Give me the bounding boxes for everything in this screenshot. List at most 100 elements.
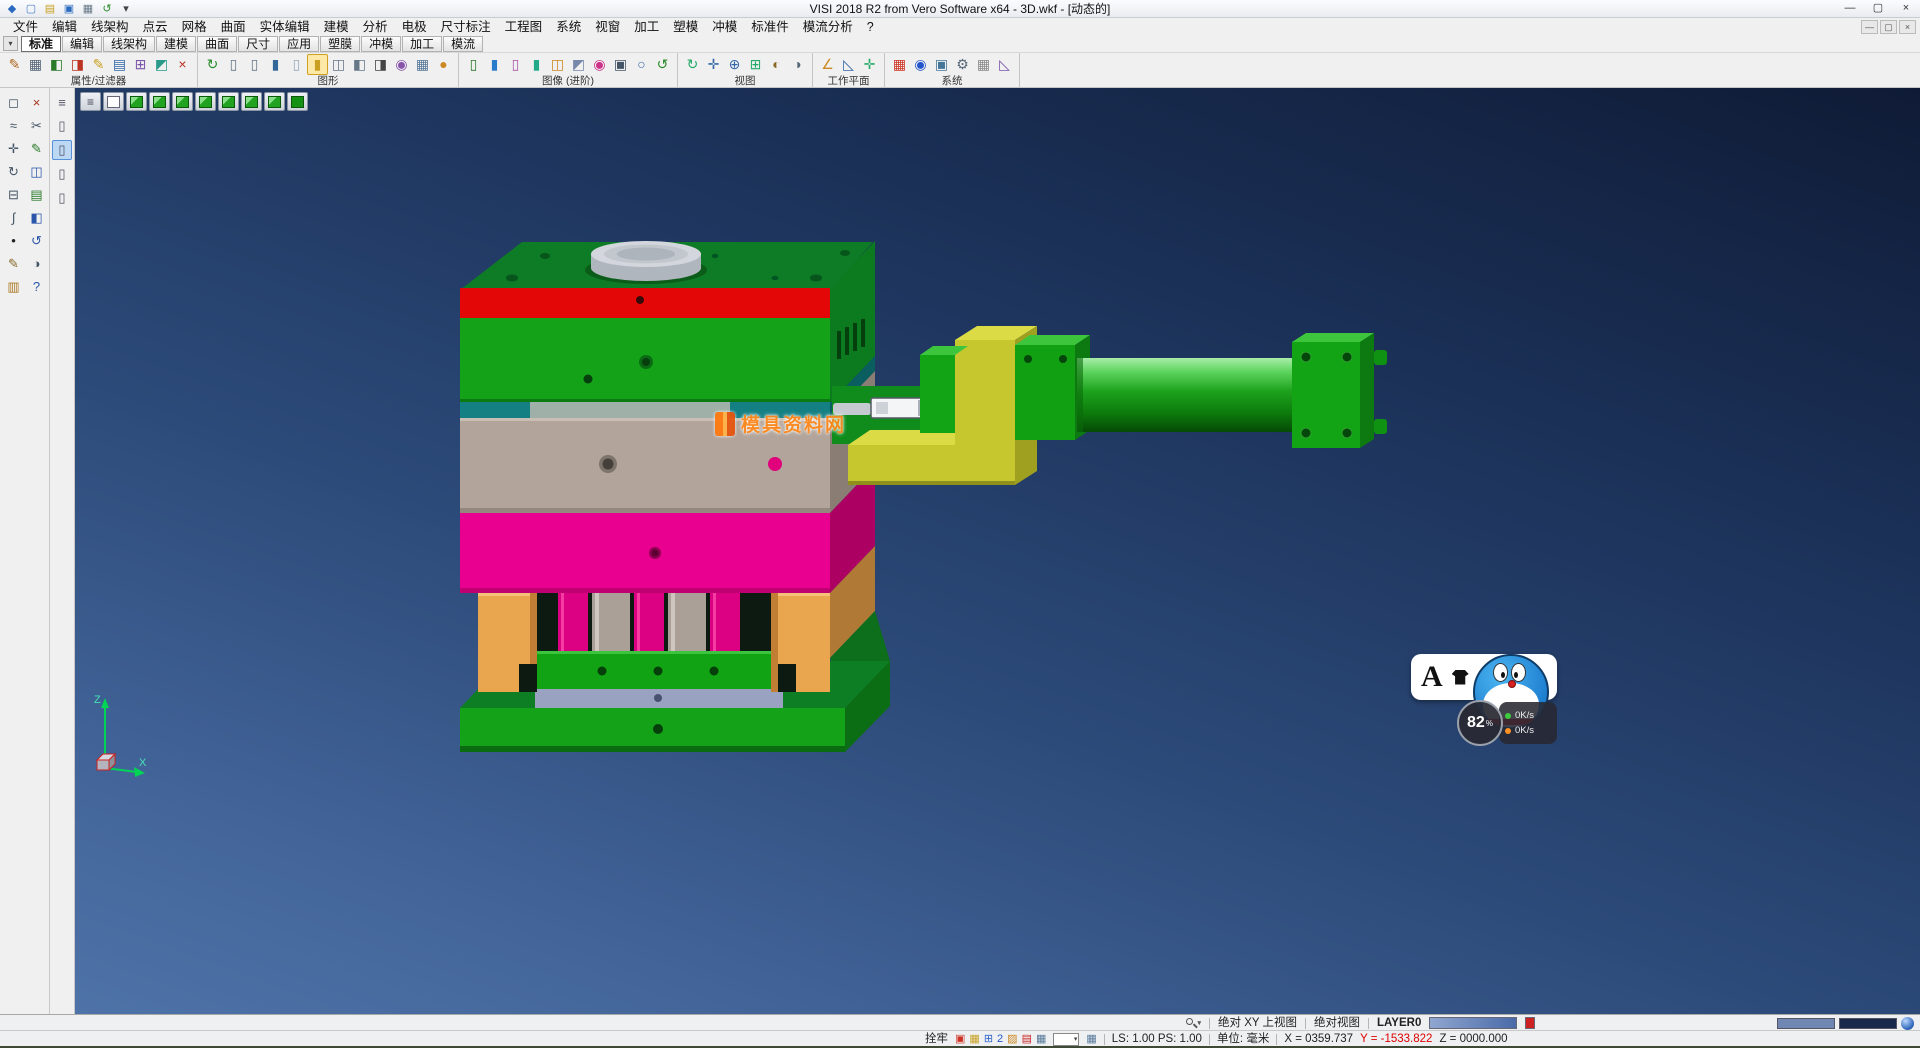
absolute-view-label[interactable]: 绝对视图 <box>1314 1016 1360 1031</box>
tab-stamping[interactable]: 冲模 <box>361 36 401 52</box>
bottom-view-icon[interactable] <box>264 92 285 111</box>
menu-item[interactable]: 线架构 <box>84 19 136 35</box>
slope-analysis-icon[interactable]: ◺ <box>994 54 1015 75</box>
reset-filter-icon[interactable]: × <box>172 54 193 75</box>
cut-icon[interactable]: ✂ <box>26 115 47 136</box>
snap-mode-combobox[interactable]: ▾ <box>1053 1033 1079 1046</box>
layer-visibility-icon[interactable]: ▯ <box>463 54 484 75</box>
pan-view-icon[interactable]: ✛ <box>703 54 724 75</box>
menu-item[interactable]: 尺寸标注 <box>434 19 498 35</box>
grid-toggle-icon[interactable]: ▦ <box>969 1032 979 1046</box>
mdi-restore-button[interactable]: ▢ <box>1880 20 1897 34</box>
dynamic-rotate-icon[interactable]: ↻ <box>682 54 703 75</box>
mold-assembly-model[interactable] <box>75 88 1920 1014</box>
mdi-close-button[interactable]: × <box>1899 20 1916 34</box>
zoom-in-icon[interactable]: ⊕ <box>724 54 745 75</box>
grid-settings-icon[interactable]: ▦ <box>1086 1032 1096 1046</box>
profile-2-icon[interactable]: 2 <box>997 1032 1003 1046</box>
viewport-page-3[interactable]: ▯ <box>52 164 72 184</box>
isolate-icon[interactable]: ◫ <box>547 54 568 75</box>
entity-visibility-icon[interactable]: ▮ <box>484 54 505 75</box>
render-icon[interactable]: ● <box>433 54 454 75</box>
app-icon[interactable]: ◆ <box>4 2 20 16</box>
tab-surface[interactable]: 曲面 <box>197 36 237 52</box>
view-swatch-2[interactable] <box>1839 1018 1897 1029</box>
menu-item[interactable]: 工程图 <box>498 19 550 35</box>
layer-assign-icon[interactable]: ▤ <box>26 184 47 205</box>
top-view-icon[interactable] <box>195 92 216 111</box>
blank-entity-icon[interactable]: ▯ <box>505 54 526 75</box>
menu-item[interactable]: 网格 <box>175 19 214 35</box>
menu-item[interactable]: 文件 <box>6 19 45 35</box>
transparency-icon[interactable]: ◩ <box>568 54 589 75</box>
shaded-display-icon[interactable]: ▮ <box>265 54 286 75</box>
view-toolbar-menu-icon[interactable] <box>80 92 101 111</box>
color-palette-icon[interactable]: ▦ <box>889 54 910 75</box>
viewport-page-2[interactable]: ▯ <box>52 140 72 160</box>
folder-icon[interactable]: ▨ <box>1007 1032 1017 1046</box>
zoom-extents-icon[interactable]: ⊞ <box>745 54 766 75</box>
menu-item[interactable]: 塑模 <box>666 19 705 35</box>
calculator-icon[interactable]: ▦ <box>973 54 994 75</box>
menu-item[interactable]: 编辑 <box>45 19 84 35</box>
tab-molding[interactable]: 塑膜 <box>320 36 360 52</box>
workplane-entity-icon[interactable]: ◺ <box>838 54 859 75</box>
highlight-display-icon[interactable]: ▮ <box>307 54 328 75</box>
ruler-icon[interactable]: ▤ <box>1022 1032 1032 1046</box>
menu-item[interactable]: 实体编辑 <box>253 19 317 35</box>
filter-layers-icon[interactable]: ▤ <box>109 54 130 75</box>
perspective-icon[interactable]: ◧ <box>349 54 370 75</box>
measure-icon[interactable]: ≈ <box>3 115 24 136</box>
curve-edit-icon[interactable]: ∫ <box>3 207 24 228</box>
quick-filter-icon[interactable]: ◩ <box>151 54 172 75</box>
mdi-minimize-button[interactable]: — <box>1861 20 1878 34</box>
secondary-color-swatch[interactable] <box>1525 1017 1535 1029</box>
menu-item[interactable]: 冲模 <box>705 19 744 35</box>
zoom-window-icon[interactable]: ◻ <box>3 92 24 113</box>
capture-image-icon[interactable]: ▣ <box>610 54 631 75</box>
surface-edit-icon[interactable]: ◧ <box>26 207 47 228</box>
attributes-icon[interactable]: ◑ <box>26 253 47 274</box>
percent-badge[interactable]: 82% <box>1457 700 1503 746</box>
menu-item[interactable]: 加工 <box>627 19 666 35</box>
help-icon[interactable]: ? <box>26 276 47 297</box>
shadow-icon[interactable]: ◨ <box>370 54 391 75</box>
viewport-3d[interactable]: 模具资料网 Z X A <box>75 88 1920 1014</box>
menu-item[interactable]: 分析 <box>356 19 395 35</box>
window-menu-icon[interactable]: ≡ <box>52 92 72 112</box>
material-icon[interactable]: ◉ <box>391 54 412 75</box>
globe-icon[interactable]: ◉ <box>910 54 931 75</box>
zoom-entity-icon[interactable]: ○ <box>631 54 652 75</box>
viewport-page-4[interactable]: ▯ <box>52 188 72 208</box>
tab-edit[interactable]: 编辑 <box>62 36 102 52</box>
undo-titlebar-icon[interactable]: ↺ <box>99 2 115 16</box>
color-entity-icon[interactable]: ◉ <box>589 54 610 75</box>
iso-view-icon[interactable] <box>126 92 147 111</box>
ghost-display-icon[interactable]: ▯ <box>286 54 307 75</box>
attribute-editor-icon[interactable]: ✎ <box>4 54 25 75</box>
lock-label[interactable]: 拴牢 <box>925 1032 948 1047</box>
print-file-icon[interactable]: ▦ <box>80 2 96 16</box>
unblank-entity-icon[interactable]: ▮ <box>526 54 547 75</box>
right-view-icon[interactable] <box>172 92 193 111</box>
menu-item[interactable]: ? <box>860 19 881 35</box>
workplane-xy-icon[interactable]: ∠ <box>817 54 838 75</box>
print-icon[interactable]: ▦ <box>25 54 46 75</box>
menu-item[interactable]: 电极 <box>395 19 434 35</box>
point-create-icon[interactable]: • <box>3 230 24 251</box>
tab-overflow-button[interactable]: ▾ <box>3 36 18 51</box>
tab-machining[interactable]: 加工 <box>402 36 442 52</box>
render-sphere-icon[interactable] <box>1901 1017 1914 1030</box>
menu-item[interactable]: 曲面 <box>214 19 253 35</box>
ortho-toggle-icon[interactable]: ⊞ <box>984 1032 993 1046</box>
view-manager-icon[interactable]: ◑ <box>787 54 808 75</box>
refresh-view-icon[interactable]: ↻ <box>202 54 223 75</box>
hidden-line-icon[interactable]: ▯ <box>244 54 265 75</box>
tab-standard[interactable]: 标准 <box>21 36 61 52</box>
tab-dimension[interactable]: 尺寸 <box>238 36 278 52</box>
front-view-icon[interactable] <box>149 92 170 111</box>
texture-icon[interactable]: ▦ <box>412 54 433 75</box>
tab-modeling[interactable]: 建模 <box>156 36 196 52</box>
filter-red-icon[interactable]: ◨ <box>67 54 88 75</box>
minimize-button[interactable]: — <box>1836 0 1864 17</box>
